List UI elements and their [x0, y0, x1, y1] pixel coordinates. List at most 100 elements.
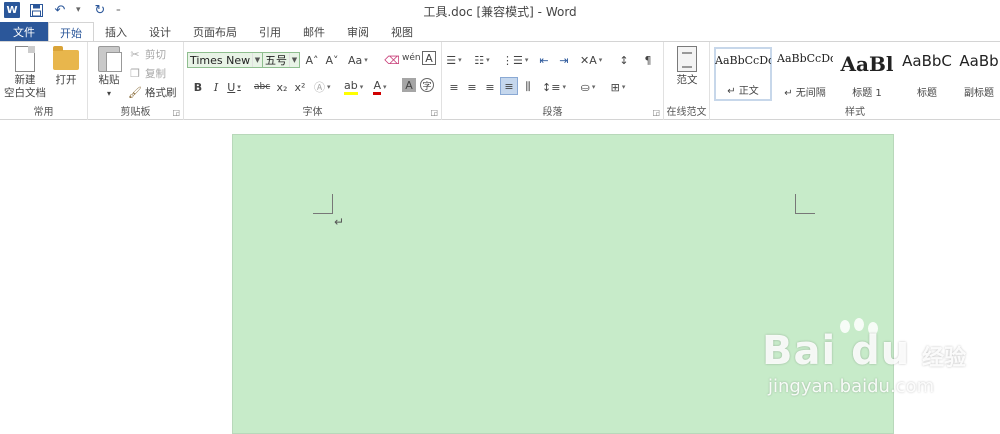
cut-button[interactable]: ✂ 剪切 — [128, 47, 166, 62]
title-bar: W ↶ ▾ ↻ ₌ 工具.doc [兼容模式] - Word — [0, 0, 1000, 22]
tab-review[interactable]: 审阅 — [336, 22, 380, 42]
ribbon-tabs: 文件 开始 插入 设计 页面布局 引用 邮件 审阅 视图 — [0, 22, 1000, 42]
line-spacing-icon[interactable]: ↕≡ ▾ — [542, 78, 566, 96]
style-name: ↵ 正文 — [727, 86, 759, 97]
shading-icon[interactable]: ⛀ ▾ — [580, 78, 596, 96]
paintbrush-icon: 🖌 — [128, 86, 142, 99]
font-name-combo[interactable]: Times New R ▼ — [187, 52, 263, 68]
paste-button[interactable]: 粘贴 ▾ — [94, 46, 124, 100]
group-label-common: 常用 — [33, 107, 54, 118]
clipboard-launcher-icon[interactable]: ◲ — [172, 108, 180, 117]
grow-font-button[interactable]: A˄ — [304, 51, 320, 69]
group-label-paragraph: 段落 — [542, 107, 563, 118]
bold-button[interactable]: B — [190, 78, 206, 96]
group-styles: AaBbCcDd ↵ 正文 AaBbCcDd ↵ 无间隔 AaBl 标题 1 A… — [710, 42, 1000, 120]
paste-icon — [98, 46, 122, 72]
chevron-down-icon[interactable]: ▼ — [289, 53, 299, 67]
margin-corner-top-right — [795, 194, 815, 214]
style-name: 标题 — [917, 88, 937, 99]
open-label: 打开 — [55, 74, 77, 86]
chinese-layout-icon[interactable]: ✕A ▾ — [580, 51, 602, 69]
group-clipboard: 粘贴 ▾ ✂ 剪切 ❐ 复制 🖌 格式刷 剪贴板 ◲ — [88, 42, 184, 120]
open-button[interactable]: 打开 — [50, 46, 82, 87]
change-case-button[interactable]: Aa ▾ — [348, 51, 368, 69]
change-case-label: Aa — [348, 53, 363, 67]
chevron-down-icon[interactable]: ▼ — [252, 53, 262, 67]
baidu-watermark: Bai du 经验 jingyan.baidu.com — [760, 318, 990, 408]
bullets-icon[interactable]: ☰ ▾ — [446, 51, 462, 69]
watermark-url: jingyan.baidu.com — [768, 376, 935, 397]
new-label: 新建 — [14, 74, 36, 86]
underline-label: U — [227, 80, 236, 94]
scissors-icon: ✂ — [130, 48, 140, 61]
margin-corner-top-left — [313, 194, 333, 214]
paragraph-mark[interactable]: ↵ — [334, 215, 344, 229]
text-effects-icon[interactable]: Ⓐ ▾ — [314, 78, 331, 96]
tab-view[interactable]: 视图 — [380, 22, 424, 42]
character-shading-button[interactable]: A — [402, 78, 416, 92]
enclose-characters-button[interactable]: 字 — [420, 78, 434, 92]
show-marks-icon[interactable]: ¶ — [640, 51, 656, 69]
justify-icon[interactable]: ≡ — [500, 77, 518, 95]
distributed-icon[interactable]: ⫼ — [520, 78, 536, 96]
watermark-sub: 经验 — [922, 346, 967, 371]
templates-label: 范文 — [676, 74, 698, 86]
tab-home[interactable]: 开始 — [48, 22, 94, 42]
group-font: Times New R ▼ 五号 ▼ A˄ A˅ Aa▾ ⌫ wén A B I… — [184, 42, 442, 120]
tab-references[interactable]: 引用 — [248, 22, 292, 42]
subscript-button[interactable]: x₂ — [274, 78, 290, 96]
align-center-icon[interactable]: ≡ — [464, 78, 480, 96]
folder-icon — [53, 46, 79, 70]
style-heading-1[interactable]: AaBl 标题 1 — [838, 47, 896, 101]
shrink-font-button[interactable]: A˅ — [324, 51, 340, 69]
highlight-color-icon[interactable]: ab ▾ — [344, 78, 363, 96]
multilevel-list-icon[interactable]: ⋮☰ ▾ — [502, 51, 528, 69]
style-sample: AaBl — [840, 52, 894, 76]
tab-file[interactable]: 文件 — [0, 22, 48, 42]
paragraph-launcher-icon[interactable]: ◲ — [652, 108, 660, 117]
tab-mailings[interactable]: 邮件 — [292, 22, 336, 42]
style-name: 标题 1 — [852, 88, 882, 99]
phonetic-guide-icon[interactable]: wén — [402, 49, 421, 67]
templates-button[interactable]: 范文 — [674, 46, 700, 87]
font-color-icon[interactable]: A ▾ — [372, 78, 388, 96]
italic-button[interactable]: I — [208, 78, 224, 96]
tab-page-layout[interactable]: 页面布局 — [182, 22, 248, 42]
align-left-icon[interactable]: ≡ — [446, 78, 462, 96]
new-document-icon — [15, 46, 35, 72]
style-name: ↵ 无间隔 — [784, 88, 826, 99]
borders-icon[interactable]: ⊞ ▾ — [610, 78, 626, 96]
font-size-value: 五号 — [265, 54, 287, 67]
superscript-button[interactable]: x² — [292, 78, 308, 96]
paste-dropdown-icon[interactable]: ▾ — [107, 87, 111, 100]
group-label-online-templates: 在线范文 — [666, 107, 707, 118]
font-launcher-icon[interactable]: ◲ — [430, 108, 438, 117]
group-label-clipboard: 剪贴板 — [120, 107, 151, 118]
align-right-icon[interactable]: ≡ — [482, 78, 498, 96]
clear-formatting-icon[interactable]: ⌫ — [384, 51, 400, 69]
style-title[interactable]: AaBbC 标题 — [898, 47, 956, 101]
tab-insert[interactable]: 插入 — [94, 22, 138, 42]
ribbon: 新建 空白文档 打开 常用 粘贴 ▾ ✂ 剪切 ❐ 复制 🖌 格式刷 剪贴板 ◲ — [0, 41, 1000, 120]
copy-icon: ❐ — [130, 67, 140, 80]
character-border-icon[interactable]: A — [422, 51, 436, 65]
style-normal[interactable]: AaBbCcDd ↵ 正文 — [714, 47, 772, 101]
style-sample: AaBbCcDd — [715, 54, 771, 67]
increase-indent-icon[interactable]: ⇥ — [556, 51, 572, 69]
tab-design[interactable]: 设计 — [138, 22, 182, 42]
sort-icon[interactable]: ↕ — [616, 51, 632, 69]
numbering-icon[interactable]: ☷ ▾ — [474, 51, 490, 69]
font-size-combo[interactable]: 五号 ▼ — [262, 52, 300, 68]
template-icon — [677, 46, 697, 72]
underline-button[interactable]: U ▾ — [226, 78, 242, 96]
paste-label: 粘贴 — [98, 74, 120, 86]
copy-button[interactable]: ❐ 复制 — [128, 66, 166, 81]
style-no-spacing[interactable]: AaBbCcDd ↵ 无间隔 — [776, 47, 834, 101]
strikethrough-button[interactable]: abc — [254, 78, 270, 96]
new-blank-document-button[interactable]: 新建 空白文档 — [4, 46, 46, 100]
format-painter-button[interactable]: 🖌 格式刷 — [128, 85, 176, 100]
style-subtitle[interactable]: AaBb 副标题 — [958, 47, 1000, 101]
group-common: 新建 空白文档 打开 常用 — [0, 42, 88, 120]
decrease-indent-icon[interactable]: ⇤ — [536, 51, 552, 69]
style-name: 副标题 — [964, 88, 994, 99]
